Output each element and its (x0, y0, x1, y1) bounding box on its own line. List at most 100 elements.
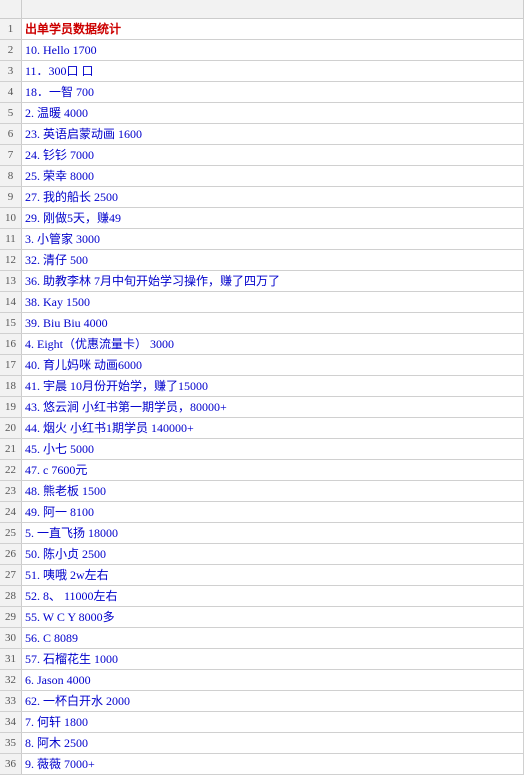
table-row[interactable]: 927. 我的船长 2500 (0, 187, 524, 208)
data-cell[interactable]: 11．300口 口 (22, 61, 524, 81)
table-row[interactable]: 113. 小管家 3000 (0, 229, 524, 250)
row-number: 11 (0, 229, 22, 249)
row-number: 24 (0, 502, 22, 522)
data-cell[interactable]: 57. 石榴花生 1000 (22, 649, 524, 669)
table-row[interactable]: 2852. 8、 11000左右 (0, 586, 524, 607)
data-cell[interactable]: 48. 熊老板 1500 (22, 481, 524, 501)
row-number: 3 (0, 61, 22, 81)
data-cell[interactable]: 39. Biu Biu 4000 (22, 313, 524, 333)
table-row[interactable]: 2145. 小七 5000 (0, 439, 524, 460)
header-cell[interactable]: 出单学员数据统计 (22, 19, 524, 39)
row-number: 13 (0, 271, 22, 291)
table-row[interactable]: 2348. 熊老板 1500 (0, 481, 524, 502)
table-row[interactable]: 1841. 宇晨 10月份开始学，赚了15000 (0, 376, 524, 397)
spreadsheet: 1出单学员数据统计210. Hello 1700311．300口 口418．一智… (0, 0, 524, 738)
row-number: 22 (0, 460, 22, 480)
table-row[interactable]: 358. 阿木 2500 (0, 733, 524, 754)
data-cell[interactable]: 23. 英语启蒙动画 1600 (22, 124, 524, 144)
data-cell[interactable]: 45. 小七 5000 (22, 439, 524, 459)
row-number: 15 (0, 313, 22, 333)
data-cell[interactable]: 40. 育儿妈咪 动画6000 (22, 355, 524, 375)
data-cell[interactable]: 50. 陈小贞 2500 (22, 544, 524, 564)
table-row[interactable]: 1出单学员数据统计 (0, 19, 524, 40)
row-number: 27 (0, 565, 22, 585)
table-row[interactable]: 210. Hello 1700 (0, 40, 524, 61)
data-cell[interactable]: 36. 助教李林 7月中旬开始学习操作，赚了四万了 (22, 271, 524, 291)
table-row[interactable]: 1539. Biu Biu 4000 (0, 313, 524, 334)
row-number: 32 (0, 670, 22, 690)
data-cell[interactable]: 47. c 7600元 (22, 460, 524, 480)
data-cell[interactable]: 51. 咦哦 2w左右 (22, 565, 524, 585)
table-row[interactable]: 1232. 清仔 500 (0, 250, 524, 271)
data-cell[interactable]: 10. Hello 1700 (22, 40, 524, 60)
table-row[interactable]: 825. 荣幸 8000 (0, 166, 524, 187)
data-cell[interactable]: 44. 烟火 小红书1期学员 140000+ (22, 418, 524, 438)
table-row[interactable]: 623. 英语启蒙动画 1600 (0, 124, 524, 145)
row-number: 25 (0, 523, 22, 543)
table-row[interactable]: 1029. 刚做5天，赚49 (0, 208, 524, 229)
data-cell[interactable]: 5. 一直飞扬 18000 (22, 523, 524, 543)
row-number: 30 (0, 628, 22, 648)
data-cell[interactable]: 56. C 8089 (22, 628, 524, 648)
table-row[interactable]: 369. 薇薇 7000+ (0, 754, 524, 775)
row-number: 34 (0, 712, 22, 732)
data-cell[interactable]: 24. 钐钐 7000 (22, 145, 524, 165)
table-row[interactable]: 326. Jason 4000 (0, 670, 524, 691)
row-number: 10 (0, 208, 22, 228)
row-number: 2 (0, 40, 22, 60)
data-cell[interactable]: 18．一智 700 (22, 82, 524, 102)
table-row[interactable]: 2751. 咦哦 2w左右 (0, 565, 524, 586)
data-cell[interactable]: 27. 我的船长 2500 (22, 187, 524, 207)
table-row[interactable]: 3362. 一杯白开水 2000 (0, 691, 524, 712)
data-cell[interactable]: 55. W C Y 8000多 (22, 607, 524, 627)
row-number: 28 (0, 586, 22, 606)
data-cell[interactable]: 9. 薇薇 7000+ (22, 754, 524, 774)
table-row[interactable]: 2044. 烟火 小红书1期学员 140000+ (0, 418, 524, 439)
table-row[interactable]: 164. Eight（优惠流量卡） 3000 (0, 334, 524, 355)
table-row[interactable]: 2449. 阿一 8100 (0, 502, 524, 523)
table-row[interactable]: 347. 何轩 1800 (0, 712, 524, 733)
row-number: 20 (0, 418, 22, 438)
row-number: 6 (0, 124, 22, 144)
rows-container: 1出单学员数据统计210. Hello 1700311．300口 口418．一智… (0, 19, 524, 775)
table-row[interactable]: 52. 温暖 4000 (0, 103, 524, 124)
table-row[interactable]: 1336. 助教李林 7月中旬开始学习操作，赚了四万了 (0, 271, 524, 292)
table-row[interactable]: 3157. 石榴花生 1000 (0, 649, 524, 670)
table-row[interactable]: 2955. W C Y 8000多 (0, 607, 524, 628)
row-number: 23 (0, 481, 22, 501)
table-row[interactable]: 1438. Kay 1500 (0, 292, 524, 313)
row-number: 4 (0, 82, 22, 102)
data-cell[interactable]: 29. 刚做5天，赚49 (22, 208, 524, 228)
data-cell[interactable]: 41. 宇晨 10月份开始学，赚了15000 (22, 376, 524, 396)
data-cell[interactable]: 25. 荣幸 8000 (22, 166, 524, 186)
data-cell[interactable]: 8. 阿木 2500 (22, 733, 524, 753)
row-number: 33 (0, 691, 22, 711)
row-number: 35 (0, 733, 22, 753)
table-row[interactable]: 2247. c 7600元 (0, 460, 524, 481)
data-cell[interactable]: 38. Kay 1500 (22, 292, 524, 312)
table-row[interactable]: 2650. 陈小贞 2500 (0, 544, 524, 565)
row-number: 12 (0, 250, 22, 270)
table-row[interactable]: 724. 钐钐 7000 (0, 145, 524, 166)
data-cell[interactable]: 4. Eight（优惠流量卡） 3000 (22, 334, 524, 354)
row-number: 9 (0, 187, 22, 207)
data-cell[interactable]: 7. 何轩 1800 (22, 712, 524, 732)
table-row[interactable]: 311．300口 口 (0, 61, 524, 82)
row-number: 5 (0, 103, 22, 123)
table-row[interactable]: 418．一智 700 (0, 82, 524, 103)
table-row[interactable]: 1943. 悠云涧 小红书第一期学员，80000+ (0, 397, 524, 418)
row-number: 29 (0, 607, 22, 627)
table-row[interactable]: 3056. C 8089 (0, 628, 524, 649)
row-number: 36 (0, 754, 22, 774)
data-cell[interactable]: 52. 8、 11000左右 (22, 586, 524, 606)
col-a-label (22, 0, 524, 18)
data-cell[interactable]: 62. 一杯白开水 2000 (22, 691, 524, 711)
data-cell[interactable]: 32. 清仔 500 (22, 250, 524, 270)
data-cell[interactable]: 49. 阿一 8100 (22, 502, 524, 522)
data-cell[interactable]: 6. Jason 4000 (22, 670, 524, 690)
table-row[interactable]: 255. 一直飞扬 18000 (0, 523, 524, 544)
data-cell[interactable]: 3. 小管家 3000 (22, 229, 524, 249)
table-row[interactable]: 1740. 育儿妈咪 动画6000 (0, 355, 524, 376)
data-cell[interactable]: 2. 温暖 4000 (22, 103, 524, 123)
data-cell[interactable]: 43. 悠云涧 小红书第一期学员，80000+ (22, 397, 524, 417)
